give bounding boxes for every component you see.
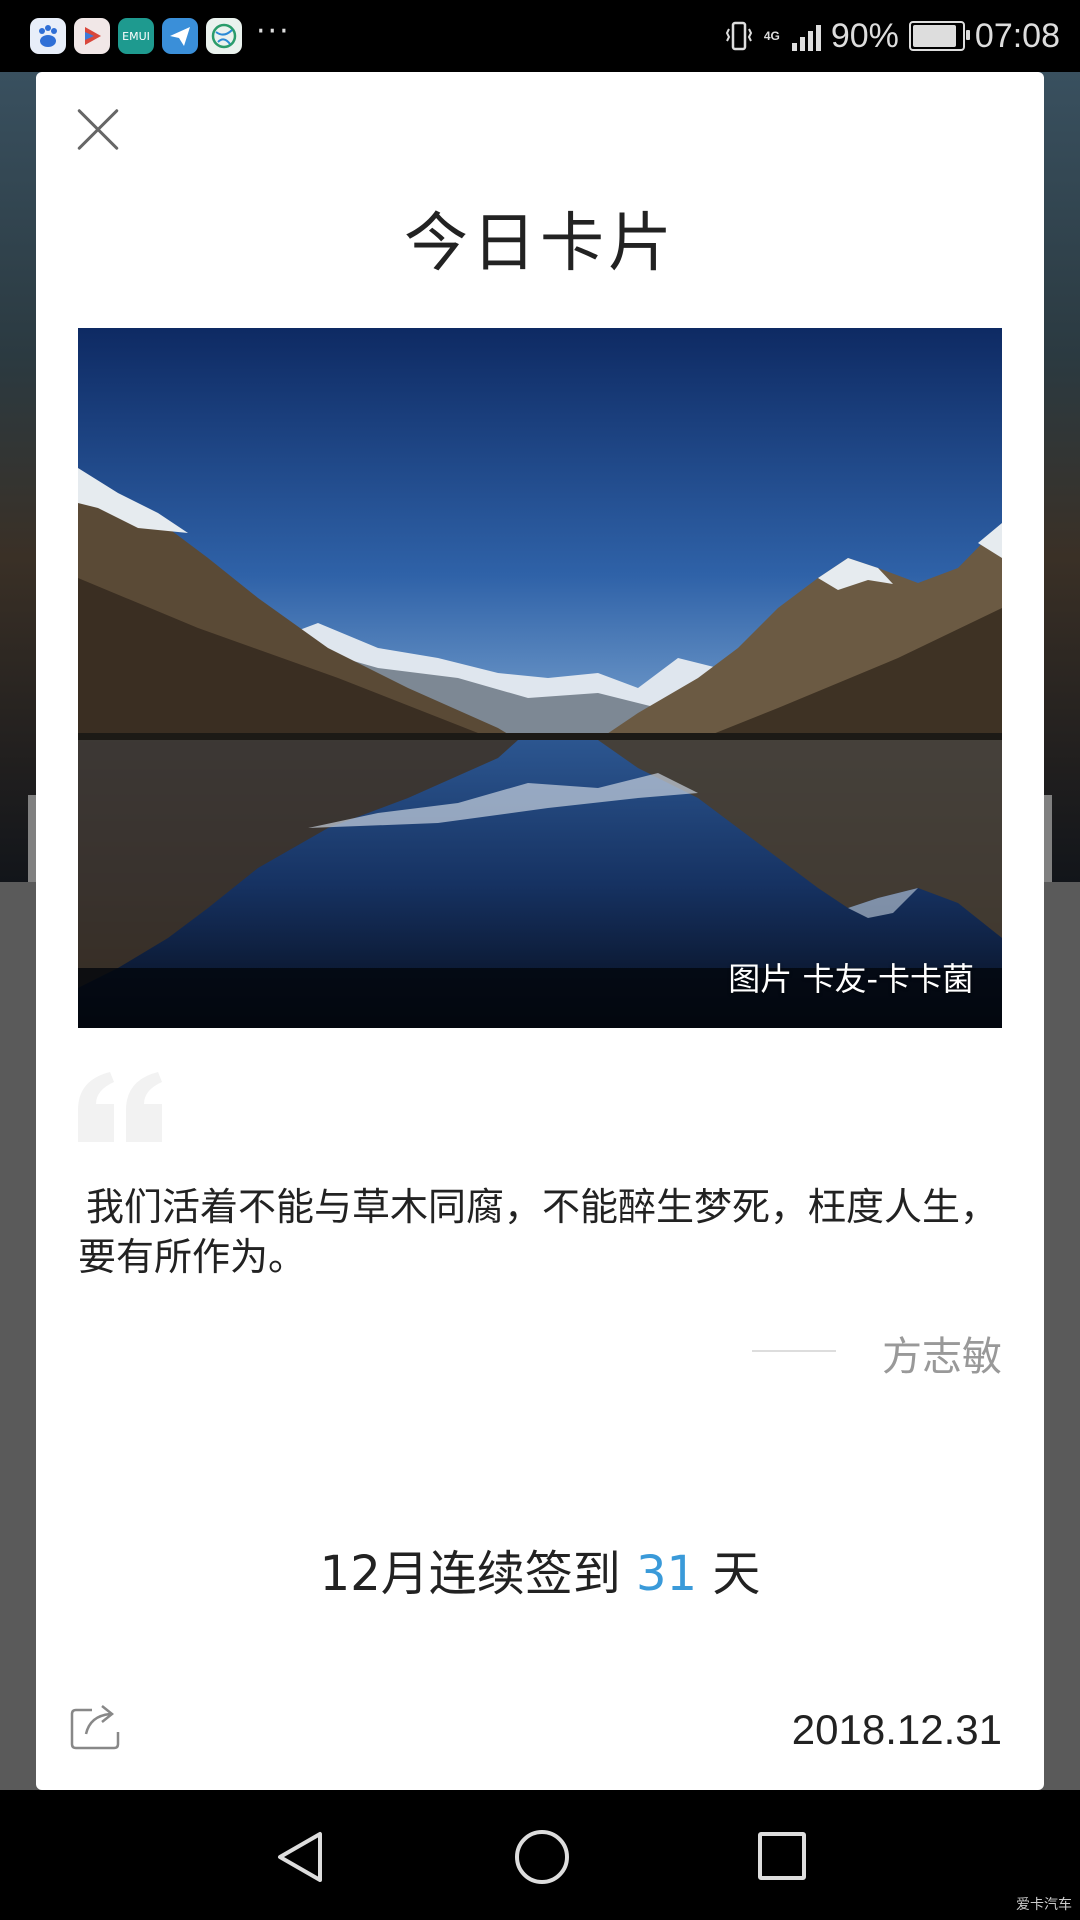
quote-text: 我们活着不能与草木同腐，不能醉生梦死，枉度人生，要有所作为。 (78, 1185, 999, 1279)
checkin-prefix: 12月连续签到 (319, 1546, 636, 1602)
clock: 07:08 (974, 16, 1060, 55)
share-icon[interactable] (70, 1702, 122, 1750)
baidu-icon (30, 18, 66, 54)
network-type: 4G (763, 29, 780, 43)
navigation-bar: 爱卡汽车 (0, 1790, 1080, 1920)
card-date: 2018.12.31 (791, 1706, 1002, 1753)
mountain-lake-image (78, 328, 1002, 1028)
emui-label: EMUI (122, 29, 150, 43)
battery-icon (908, 21, 970, 51)
checkin-days: 31 (636, 1546, 698, 1602)
status-indicators: 4G 90% 07:08 (724, 14, 1060, 58)
home-icon[interactable] (515, 1830, 569, 1884)
quote-author: 方志敏 (882, 1334, 1002, 1380)
emui-icon: EMUI (118, 18, 154, 54)
checkin-streak: 12月连续签到 31 天 (36, 1534, 1044, 1604)
signal-icon (791, 21, 821, 51)
recent-apps-icon[interactable] (758, 1832, 806, 1880)
quote-mark-icon (78, 1072, 162, 1142)
daily-card: 今日卡片 图片 卡友-卡卡菌 我们活着不能与草木同腐，不能醉生梦死，枉度人生，要… (36, 72, 1044, 1790)
video-player-icon (74, 18, 110, 54)
paper-plane-icon (162, 18, 198, 54)
battery-percent: 90% (830, 16, 899, 55)
daily-photo: 图片 卡友-卡卡菌 (78, 328, 1002, 1028)
vibrate-icon (724, 19, 754, 53)
more-notifications-icon: ··· (256, 14, 291, 49)
back-icon[interactable] (276, 1830, 324, 1884)
photo-credit: 图片 卡友-卡卡菌 (728, 960, 974, 998)
watermark: 爱卡汽车 (1016, 1897, 1072, 1913)
card-title: 今日卡片 (404, 207, 676, 281)
close-icon[interactable] (66, 98, 130, 162)
author-divider (752, 1350, 836, 1352)
status-bar: EMUI ··· 4G 90% 07:08 (0, 0, 1080, 72)
browser-globe-icon (206, 18, 242, 54)
checkin-suffix: 天 (697, 1546, 761, 1602)
